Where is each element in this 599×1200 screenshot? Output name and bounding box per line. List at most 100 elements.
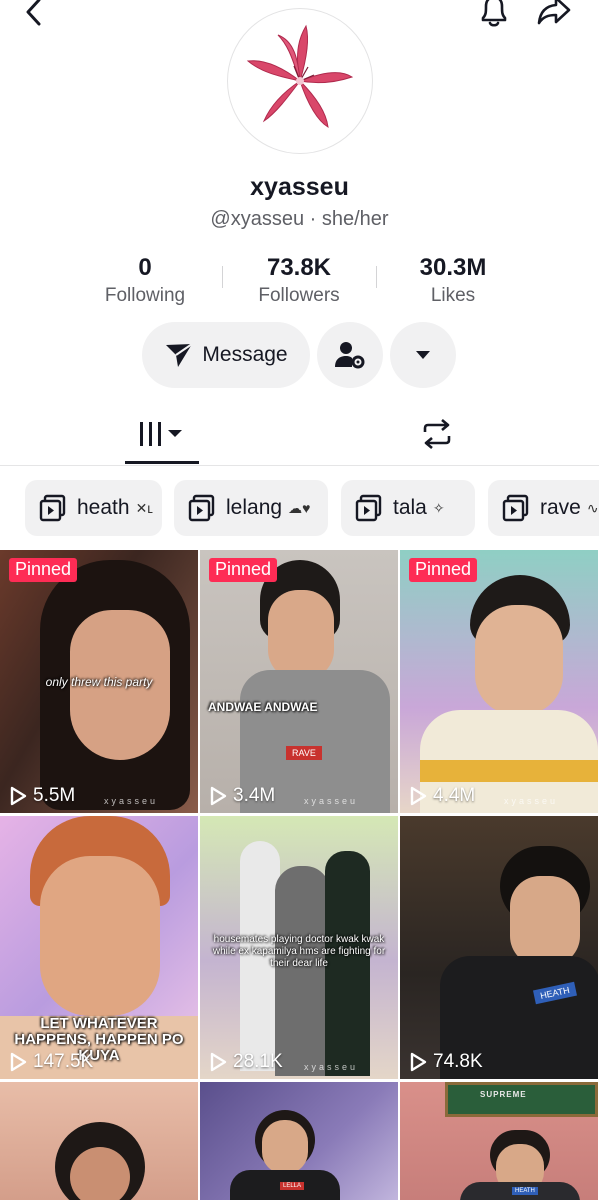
collection-chip[interactable]: heath ✕ʟ bbox=[25, 480, 162, 536]
stat-following-value: 0 bbox=[138, 254, 152, 281]
view-count: 74.8K bbox=[409, 1051, 483, 1073]
thumbnail-face bbox=[475, 605, 563, 715]
profile-handle: @xyasseu · she/her bbox=[210, 208, 389, 230]
view-count-value: 28.1K bbox=[233, 1051, 283, 1072]
lily-flower-image bbox=[246, 24, 354, 128]
collection-label: tala bbox=[393, 496, 427, 519]
watermark: xyasseu bbox=[503, 796, 558, 806]
watermark: xyasseu bbox=[303, 1062, 358, 1072]
view-count-value: 74.8K bbox=[433, 1051, 483, 1072]
profile-avatar[interactable] bbox=[227, 8, 373, 154]
tab-videos[interactable] bbox=[125, 405, 199, 463]
notifications-button[interactable] bbox=[472, 0, 516, 32]
stat-likes[interactable]: 30.3M Likes bbox=[378, 253, 528, 309]
active-tab-indicator bbox=[125, 461, 199, 464]
name-tag: LELLA bbox=[280, 1182, 305, 1190]
collection-decoration: ✕ʟ bbox=[135, 499, 153, 516]
thumbnail-face bbox=[70, 1147, 130, 1200]
pinned-badge: Pinned bbox=[409, 558, 478, 582]
play-icon bbox=[10, 1052, 27, 1072]
view-count-value: 4.4M bbox=[433, 785, 476, 806]
send-icon bbox=[166, 343, 193, 367]
share-button[interactable] bbox=[532, 0, 576, 32]
back-button[interactable] bbox=[12, 0, 56, 34]
play-icon bbox=[210, 1052, 227, 1072]
person-settings-icon bbox=[335, 342, 365, 369]
play-icon bbox=[410, 1052, 427, 1072]
repost-icon bbox=[423, 419, 451, 449]
video-caption: ANDWAE ANDWAE bbox=[208, 700, 318, 714]
stat-followers-value: 73.8K bbox=[266, 254, 332, 281]
collection-label: heath bbox=[77, 496, 130, 519]
stat-followers[interactable]: 73.8K Followers bbox=[224, 253, 374, 309]
video-thumbnail[interactable]: HEATH 74.8K bbox=[400, 816, 598, 1079]
pinned-badge: Pinned bbox=[209, 558, 278, 582]
thumbnail-board bbox=[445, 1082, 598, 1117]
message-button-label: Message bbox=[202, 343, 288, 366]
thumbnail-face bbox=[40, 856, 160, 1016]
stat-following-label: Following bbox=[104, 285, 186, 306]
collection-chip[interactable]: lelang ☁♥ bbox=[174, 480, 328, 536]
video-caption: only threw this party bbox=[45, 675, 153, 689]
collection-decoration: ✧ bbox=[432, 499, 445, 516]
play-icon bbox=[210, 786, 227, 806]
view-count: 147.5K bbox=[9, 1051, 93, 1073]
video-thumbnail[interactable] bbox=[0, 1082, 198, 1200]
watermark: xyasseu bbox=[303, 796, 358, 806]
playlist-icon bbox=[39, 494, 67, 522]
video-caption: housemates playing doctor kwak kwak whil… bbox=[212, 934, 386, 969]
more-options-button[interactable] bbox=[390, 322, 456, 388]
video-thumbnail[interactable]: LET WHATEVER HAPPENS, HAPPEN PO KUYA 147… bbox=[0, 816, 198, 1079]
playlist-icon bbox=[355, 494, 383, 522]
thumbnail-sign: SUPREME bbox=[480, 1090, 527, 1099]
video-thumbnail[interactable]: only threw this party Pinned 5.5M xyasse… bbox=[0, 550, 198, 813]
pinned-badge: Pinned bbox=[9, 558, 78, 582]
collection-decoration: ☁♥ bbox=[288, 499, 311, 516]
play-icon bbox=[410, 786, 427, 806]
stat-likes-value: 30.3M bbox=[419, 254, 487, 281]
video-thumbnail[interactable]: LELLA bbox=[200, 1082, 398, 1200]
message-button[interactable]: Message bbox=[142, 322, 310, 388]
view-count-value: 3.4M bbox=[233, 785, 276, 806]
bell-icon bbox=[481, 0, 507, 27]
stat-divider bbox=[376, 266, 377, 288]
video-thumbnail[interactable]: SUPREME HEATH bbox=[400, 1082, 598, 1200]
chevron-left-icon bbox=[26, 0, 41, 26]
thumbnail-stripe bbox=[420, 760, 598, 782]
grid-videos-icon bbox=[140, 422, 182, 446]
tab-reposts[interactable] bbox=[400, 405, 474, 463]
video-thumbnail[interactable]: Pinned 4.4M xyasseu bbox=[400, 550, 598, 813]
collections-row: heath ✕ʟ lelang ☁♥ tala ✧ rave ∿ bbox=[0, 480, 599, 538]
play-icon bbox=[10, 786, 27, 806]
name-tag: RAVE bbox=[286, 746, 322, 760]
video-thumbnail[interactable]: housemates playing doctor kwak kwak whil… bbox=[200, 816, 398, 1079]
thumbnail-person bbox=[275, 866, 330, 1076]
stat-likes-label: Likes bbox=[430, 285, 476, 306]
view-count: 4.4M bbox=[409, 785, 475, 807]
video-grid: only threw this party Pinned 5.5M xyasse… bbox=[0, 550, 599, 1200]
stat-following[interactable]: 0 Following bbox=[70, 253, 220, 309]
video-thumbnail[interactable]: RAVE ANDWAE ANDWAE Pinned 3.4M xyasseu bbox=[200, 550, 398, 813]
thumbnail-face bbox=[510, 876, 580, 966]
profile-tabs bbox=[0, 405, 599, 466]
view-count-value: 147.5K bbox=[33, 1051, 94, 1072]
stat-divider bbox=[222, 266, 223, 288]
collection-decoration: ∿ bbox=[586, 499, 599, 516]
view-count: 3.4M bbox=[209, 785, 275, 807]
collection-label: lelang bbox=[226, 496, 283, 519]
share-arrow-icon bbox=[537, 0, 571, 25]
playlist-icon bbox=[188, 494, 216, 522]
playlist-icon bbox=[502, 494, 530, 522]
caret-down-icon bbox=[416, 351, 430, 359]
thumbnail-face bbox=[262, 1120, 308, 1174]
profile-username: xyasseu bbox=[250, 173, 349, 201]
collection-chip[interactable]: rave ∿ bbox=[488, 480, 599, 536]
name-tag: HEATH bbox=[512, 1187, 538, 1195]
view-count-value: 5.5M bbox=[33, 785, 76, 806]
collection-label: rave bbox=[540, 496, 581, 519]
collection-chip[interactable]: tala ✧ bbox=[341, 480, 475, 536]
thumbnail-face bbox=[268, 590, 334, 680]
stat-followers-label: Followers bbox=[258, 285, 340, 306]
follow-settings-button[interactable] bbox=[317, 322, 383, 388]
view-count: 28.1K bbox=[209, 1051, 283, 1073]
